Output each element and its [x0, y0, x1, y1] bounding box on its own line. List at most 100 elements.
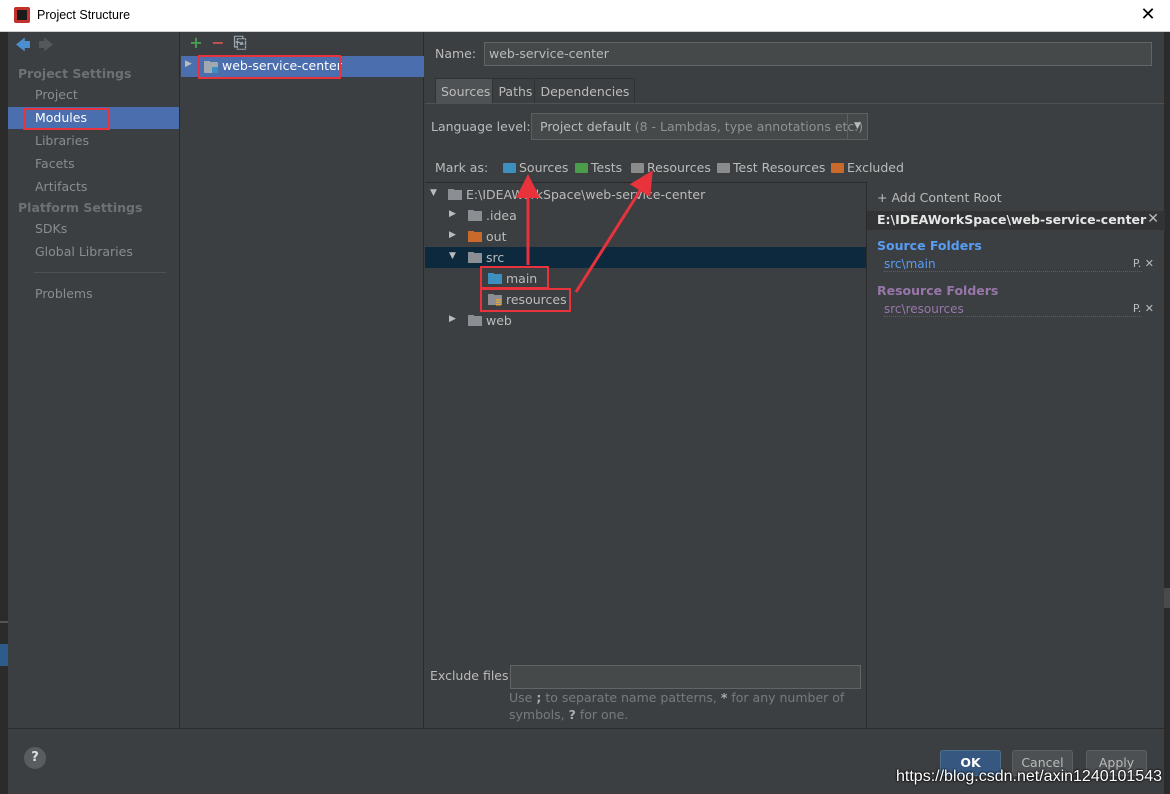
- tree-label-root: E:\IDEAWorkSpace\web-service-center: [466, 187, 706, 202]
- resource-folder-actions: P. ✕: [1133, 302, 1154, 315]
- collapse-triangle-icon[interactable]: ▼: [449, 251, 456, 261]
- background-ide-right-edge: [1164, 32, 1170, 794]
- remove-folder-icon[interactable]: ✕: [1145, 302, 1154, 315]
- excluded-folder-icon: [831, 163, 844, 173]
- hint-text: Use: [509, 690, 533, 705]
- forward-arrow-icon[interactable]: 🡆: [37, 36, 55, 54]
- mark-as-tests-button[interactable]: Tests: [575, 160, 622, 175]
- source-folder-entry[interactable]: src\main: [884, 257, 1142, 272]
- tab-paths[interactable]: Paths: [492, 78, 539, 103]
- module-details: Name: web-service-center Sources Paths Dep…: [425, 32, 1165, 728]
- tree-row-idea[interactable]: ▶ .idea: [425, 205, 866, 226]
- expand-triangle-icon[interactable]: ▶: [449, 314, 456, 324]
- hint-symbol: *: [720, 690, 728, 705]
- annotation-box-main: [480, 266, 549, 289]
- window-title: Project Structure: [37, 8, 131, 22]
- sources-folder-icon: [503, 163, 516, 173]
- tree-label-out: out: [486, 229, 507, 244]
- hint-text: to separate name patterns,: [545, 690, 717, 705]
- nav-item-global-libraries[interactable]: Global Libraries: [8, 241, 179, 263]
- nav-separator: [34, 272, 166, 273]
- remove-content-root-icon[interactable]: ✕: [1147, 211, 1159, 227]
- close-window-button[interactable]: ✕: [1140, 5, 1156, 25]
- content-root-header: E:\IDEAWorkSpace\web-service-center ✕: [867, 211, 1165, 230]
- plus-icon: +: [877, 190, 892, 205]
- content-root-path: E:\IDEAWorkSpace\web-service-center: [877, 212, 1147, 227]
- annotation-box-modules: [23, 108, 110, 130]
- name-label: Name:: [435, 46, 477, 61]
- add-content-root-button[interactable]: + Add Content Root: [877, 190, 1002, 205]
- tree-row-root[interactable]: ▼ E:\IDEAWorkSpace\web-service-center: [425, 184, 866, 205]
- background-ide-left-edge: [0, 32, 8, 794]
- add-content-root-label: Add Content Root: [891, 190, 1002, 205]
- help-icon[interactable]: ?: [24, 747, 46, 769]
- folder-icon: [468, 210, 482, 221]
- remove-folder-icon[interactable]: ✕: [1145, 257, 1154, 270]
- edit-properties-icon[interactable]: P.: [1133, 302, 1141, 315]
- module-name-field[interactable]: web-service-center: [484, 42, 1152, 66]
- content-root-panel: + Add Content Root E:\IDEAWorkSpace\web-…: [866, 182, 1165, 728]
- tree-row-out[interactable]: ▶ out: [425, 226, 866, 247]
- language-level-label: Language level:: [431, 119, 531, 134]
- test-resources-folder-icon: [717, 163, 730, 173]
- language-level-select[interactable]: Project default (8 - Lambdas, type annot…: [531, 113, 868, 140]
- module-tabs: Sources Paths Dependencies: [435, 78, 636, 103]
- back-arrow-icon[interactable]: 🡄: [14, 36, 32, 54]
- exclude-files-field[interactable]: [510, 665, 861, 689]
- mark-as-label: Mark as:: [435, 160, 489, 175]
- expand-triangle-icon[interactable]: ▶: [449, 209, 456, 219]
- mark-as-sources-button[interactable]: Sources: [503, 160, 568, 175]
- mark-resources-label: Resources: [647, 160, 711, 175]
- mark-as-resources-button[interactable]: Resources: [631, 160, 711, 175]
- tree-row-web[interactable]: ▶ web: [425, 310, 866, 331]
- tree-label-idea: .idea: [486, 208, 517, 223]
- copy-module-icon[interactable]: ⎘: [231, 34, 249, 52]
- annotation-box-module: [198, 55, 341, 79]
- hint-symbol: ?: [568, 707, 576, 722]
- nav-item-sdks[interactable]: SDKs: [8, 218, 179, 240]
- dropdown-arrow-icon[interactable]: ▼: [847, 114, 867, 139]
- nav-item-problems[interactable]: Problems: [8, 283, 179, 305]
- nav-item-project[interactable]: Project: [8, 84, 179, 106]
- tree-label-web: web: [486, 313, 512, 328]
- mark-excluded-label: Excluded: [847, 160, 904, 175]
- tab-divider: [425, 103, 1164, 104]
- mark-sources-label: Sources: [519, 160, 569, 175]
- intellij-app-icon: [14, 7, 30, 23]
- exclude-files-label: Exclude files:: [430, 668, 513, 683]
- tree-row-src[interactable]: ▼ src: [425, 247, 866, 268]
- language-level-detail: (8 - Lambdas, type annotations etc.): [634, 119, 864, 134]
- excluded-folder-icon: [468, 231, 482, 242]
- mark-as-test-resources-button[interactable]: Test Resources: [717, 160, 825, 175]
- expand-triangle-icon[interactable]: ▶: [185, 59, 192, 69]
- nav-item-artifacts[interactable]: Artifacts: [8, 176, 179, 198]
- source-folder-actions: P. ✕: [1133, 257, 1154, 270]
- collapse-triangle-icon[interactable]: ▼: [430, 188, 437, 198]
- remove-module-icon[interactable]: −: [209, 34, 227, 52]
- title-bar: Project Structure ✕: [0, 0, 1170, 32]
- resource-folder-entry[interactable]: src\resources: [884, 302, 1142, 317]
- folder-icon: [468, 252, 482, 263]
- nav-item-libraries[interactable]: Libraries: [8, 130, 179, 152]
- add-module-icon[interactable]: +: [187, 34, 205, 52]
- annotation-box-resources: [480, 288, 571, 312]
- nav-item-facets[interactable]: Facets: [8, 153, 179, 175]
- mark-tests-label: Tests: [591, 160, 623, 175]
- mark-test-resources-label: Test Resources: [733, 160, 826, 175]
- edit-properties-icon[interactable]: P.: [1133, 257, 1141, 270]
- language-level-value: Project default: [540, 119, 631, 134]
- section-platform-settings: Platform Settings: [18, 200, 143, 215]
- tab-sources[interactable]: Sources: [435, 78, 497, 103]
- hint-text: for one.: [579, 707, 629, 722]
- source-folders-title: Source Folders: [877, 238, 982, 253]
- exclude-files-hint: Use ; to separate name patterns, * for a…: [509, 689, 849, 723]
- modules-toolbar: + − ⎘: [187, 34, 253, 54]
- hint-symbol: ;: [536, 690, 542, 705]
- tab-dependencies[interactable]: Dependencies: [534, 78, 636, 103]
- folder-tree: ▼ E:\IDEAWorkSpace\web-service-center ▶ …: [425, 182, 866, 652]
- mark-as-excluded-button[interactable]: Excluded: [831, 160, 904, 175]
- watermark: https://blog.csdn.net/axin1240101543: [896, 768, 1162, 785]
- section-project-settings: Project Settings: [18, 66, 132, 81]
- expand-triangle-icon[interactable]: ▶: [449, 230, 456, 240]
- modules-panel: + − ⎘ ▶ web-service-center: [181, 32, 424, 728]
